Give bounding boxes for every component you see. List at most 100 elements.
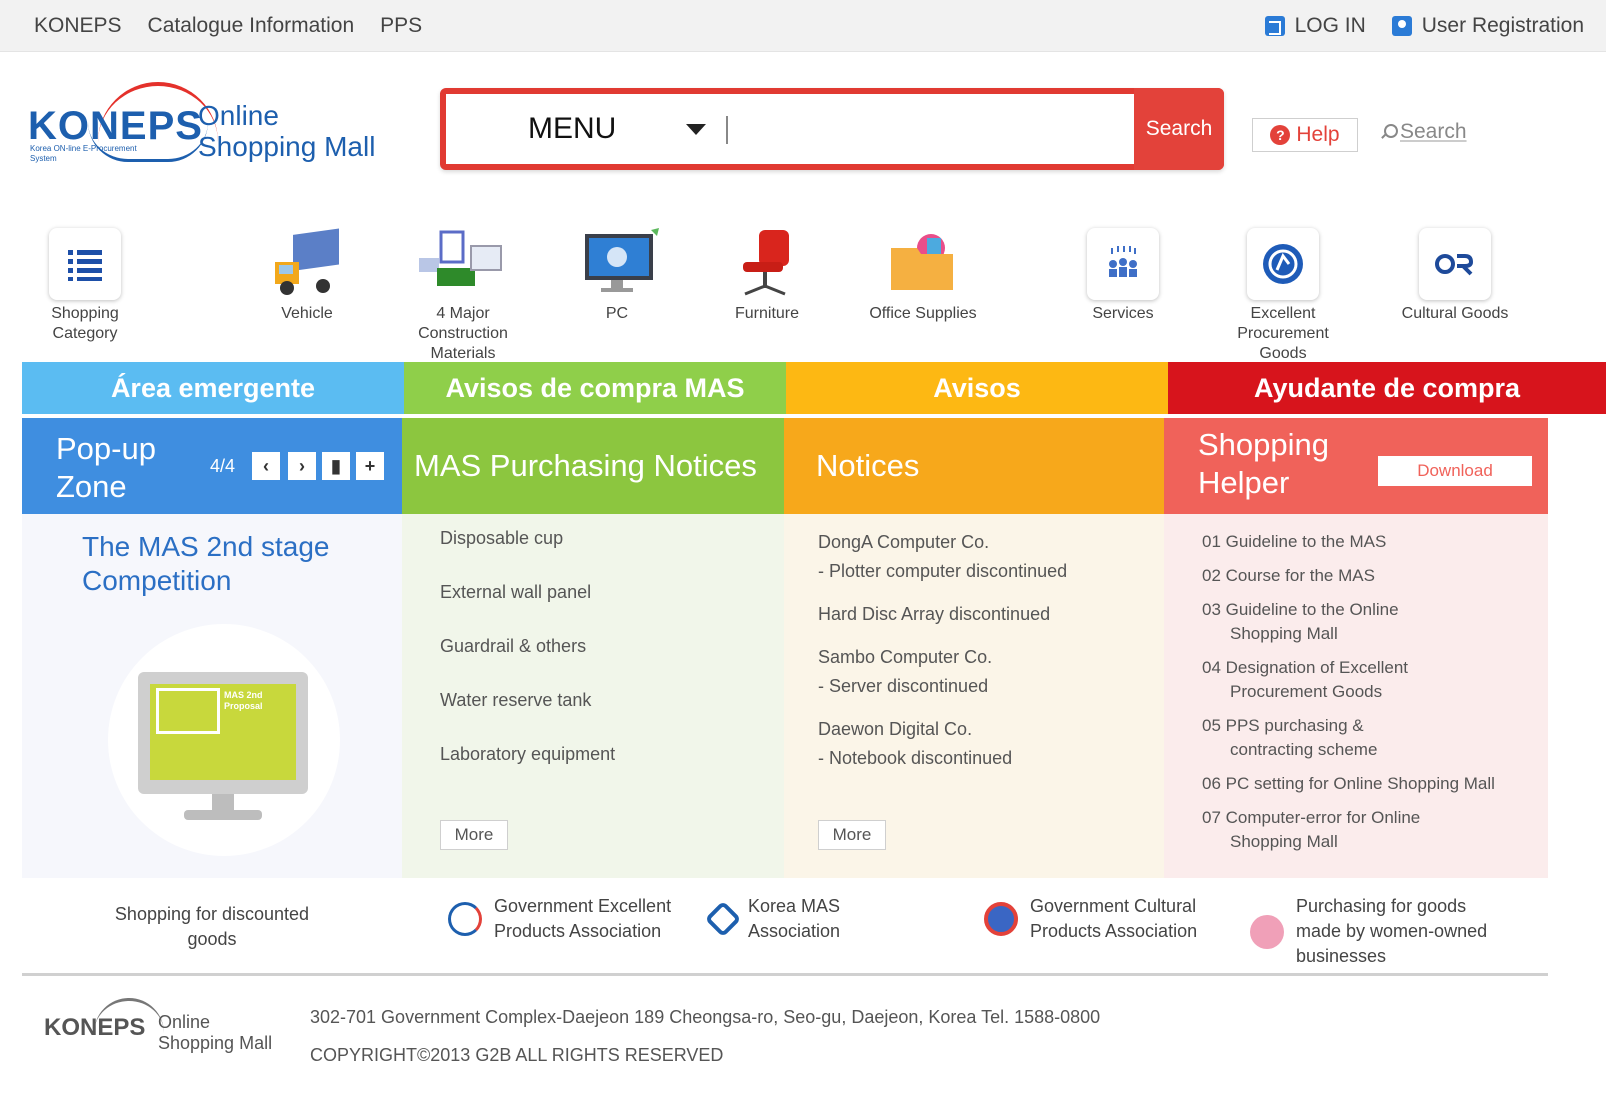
- notice-sub: - Notebook discontinued: [818, 748, 1013, 768]
- help-button[interactable]: ? Help: [1252, 118, 1358, 152]
- promo-card-icon: [156, 688, 220, 734]
- partner-discounted-goods[interactable]: Shopping for discounted goods: [92, 902, 332, 952]
- category-excellent[interactable]: Excellent Procurement Goods: [1218, 220, 1348, 364]
- cultural-products-logo-icon: [984, 902, 1018, 936]
- notices-title: Notices: [816, 448, 920, 483]
- notice-sub: - Server discontinued: [818, 676, 989, 696]
- logo-brand: KONEPS: [28, 104, 203, 148]
- top-nav-pps[interactable]: PPS: [380, 14, 422, 38]
- list-item[interactable]: 06 PC setting for Online Shopping Mall: [1202, 772, 1495, 796]
- popup-promo-link[interactable]: The MAS 2nd stage Competition: [82, 530, 382, 598]
- user-registration-link[interactable]: User Registration: [1391, 14, 1584, 38]
- mas-more-button[interactable]: More: [440, 820, 508, 850]
- list-item[interactable]: 07 Computer-error for Online Shopping Mal…: [1202, 806, 1495, 854]
- download-button[interactable]: Download: [1378, 456, 1532, 486]
- popup-zone-panel: Pop-up Zone 4/4 ‹ › ▮ + The MAS 2nd stag…: [22, 418, 402, 878]
- user-icon: [1391, 16, 1412, 36]
- partner-label: Shopping for discounted goods: [114, 904, 310, 949]
- notices-list: DongA Computer Co. - Plotter computer di…: [818, 528, 1067, 787]
- category-pc[interactable]: PC: [552, 220, 682, 324]
- menu-select-label[interactable]: MENU: [528, 112, 616, 146]
- partner-label: Government Cultural Products Association: [1030, 896, 1198, 941]
- list-item[interactable]: Laboratory equipment: [440, 744, 615, 798]
- pause-icon[interactable]: ▮: [322, 452, 350, 480]
- list-item[interactable]: Daewon Digital Co. - Notebook discontinu…: [818, 715, 1067, 773]
- category-cultural[interactable]: Cultural Goods: [1390, 220, 1520, 324]
- search-box: MENU Search: [440, 88, 1224, 170]
- mas-notices-title: MAS Purchasing Notices: [414, 448, 757, 483]
- prev-icon[interactable]: ‹: [252, 452, 280, 480]
- top-bar: KONEPS Catalogue Information PPS LOG IN …: [0, 0, 1606, 52]
- partner-links: Shopping for discounted goods Government…: [22, 880, 1548, 976]
- helper-item-cont: Procurement Goods: [1230, 682, 1383, 701]
- category-construction[interactable]: 4 Major Construction Materials: [398, 220, 528, 364]
- logo-small-text: Korea ON-line E-Procurement System: [30, 144, 137, 163]
- excellent-seal-icon: [1247, 228, 1319, 300]
- partner-cultural-products[interactable]: Government Cultural Products Association: [984, 894, 1244, 944]
- chair-icon: [731, 228, 803, 300]
- search-input[interactable]: [734, 106, 1124, 152]
- list-item[interactable]: Guardrail & others: [440, 636, 615, 690]
- popup-pager: 4/4: [210, 456, 236, 476]
- search-link-label: Search: [1400, 120, 1467, 143]
- top-nav-catalogue[interactable]: Catalogue Information: [148, 14, 355, 38]
- top-nav-koneps[interactable]: KONEPS: [34, 14, 122, 38]
- next-icon[interactable]: ›: [288, 452, 316, 480]
- login-link[interactable]: LOG IN: [1264, 14, 1366, 38]
- helper-list: 01 Guideline to the MAS 02 Course for th…: [1202, 530, 1495, 864]
- list-item[interactable]: Hard Disc Array discontinued: [818, 600, 1067, 629]
- category-services[interactable]: Services: [1058, 220, 1188, 324]
- logo-line2: Shopping Mall: [198, 131, 376, 162]
- list-item[interactable]: External wall panel: [440, 582, 615, 636]
- category-shopping[interactable]: Shopping Category: [20, 220, 150, 344]
- help-label: Help: [1296, 123, 1340, 146]
- band-mas: Avisos de compra MAS: [404, 362, 786, 414]
- detailed-search-link[interactable]: Search: [1380, 120, 1467, 144]
- construction-materials-icon: [419, 228, 502, 300]
- shopping-helper-body: 01 Guideline to the MAS 02 Course for th…: [1164, 514, 1548, 878]
- search-button[interactable]: Search: [1134, 88, 1224, 170]
- list-item[interactable]: 02 Course for the MAS: [1202, 564, 1495, 588]
- category-vehicle[interactable]: Vehicle: [242, 220, 372, 324]
- helper-item-cont: contracting scheme: [1230, 740, 1378, 759]
- login-icon: [1264, 16, 1285, 36]
- category-furniture[interactable]: Furniture: [702, 220, 832, 324]
- list-item[interactable]: 03 Guideline to the Online Shopping Mall: [1202, 598, 1495, 646]
- popup-zone-title: Pop-up Zone: [56, 431, 156, 504]
- footer-logo-line2: Shopping Mall: [158, 1033, 273, 1053]
- partner-women-owned[interactable]: Purchasing for goods made by women-owned…: [1250, 894, 1530, 969]
- partner-excellent-products[interactable]: Government Excellent Products Associatio…: [448, 894, 688, 944]
- promo-monitor-icon[interactable]: MAS 2nd Proposal: [138, 672, 308, 820]
- women-business-logo-icon: [1250, 914, 1284, 949]
- list-item[interactable]: 01 Guideline to the MAS: [1202, 530, 1495, 554]
- list-item[interactable]: Water reserve tank: [440, 690, 615, 744]
- list-item[interactable]: DongA Computer Co. - Plotter computer di…: [818, 528, 1067, 586]
- band-helper: Ayudante de compra: [1168, 362, 1606, 414]
- chevron-down-icon[interactable]: [686, 124, 706, 135]
- band-popup: Área emergente: [22, 362, 404, 414]
- helper-item-text: 01 Guideline to the MAS: [1202, 532, 1387, 551]
- plus-icon[interactable]: +: [356, 452, 384, 480]
- category-office[interactable]: Office Supplies: [858, 220, 988, 324]
- footer-logo-line1: Online: [158, 1012, 211, 1032]
- list-item[interactable]: Sambo Computer Co. - Server discontinued: [818, 643, 1067, 701]
- notices-header: Notices: [784, 418, 1164, 514]
- category-label: PC: [605, 305, 629, 322]
- list-item[interactable]: 05 PPS purchasing & contracting scheme: [1202, 714, 1495, 762]
- helper-item-cont: Shopping Mall: [1230, 624, 1338, 643]
- top-nav: KONEPS Catalogue Information PPS: [34, 14, 422, 38]
- user-registration-label: User Registration: [1421, 14, 1584, 37]
- category-label: Services: [1092, 305, 1154, 322]
- notices-body: DongA Computer Co. - Plotter computer di…: [784, 514, 1164, 878]
- category-label: Furniture: [734, 305, 800, 322]
- koneps-logo[interactable]: KONEPS Korea ON-line E-Procurement Syste…: [28, 80, 408, 180]
- partner-label: Korea MAS Association: [748, 896, 841, 941]
- notice-main: DongA Computer Co.: [818, 532, 990, 552]
- notices-more-button[interactable]: More: [818, 820, 886, 850]
- people-icon: [1087, 228, 1159, 300]
- search-icon: [1380, 124, 1398, 140]
- list-item[interactable]: 04 Designation of Excellent Procurement G…: [1202, 656, 1495, 704]
- footer-copyright: COPYRIGHT©2013 G2B ALL RIGHTS RESERVED: [310, 1045, 724, 1065]
- list-item[interactable]: Disposable cup: [440, 528, 615, 582]
- partner-korea-mas[interactable]: Korea MAS Association: [704, 894, 910, 944]
